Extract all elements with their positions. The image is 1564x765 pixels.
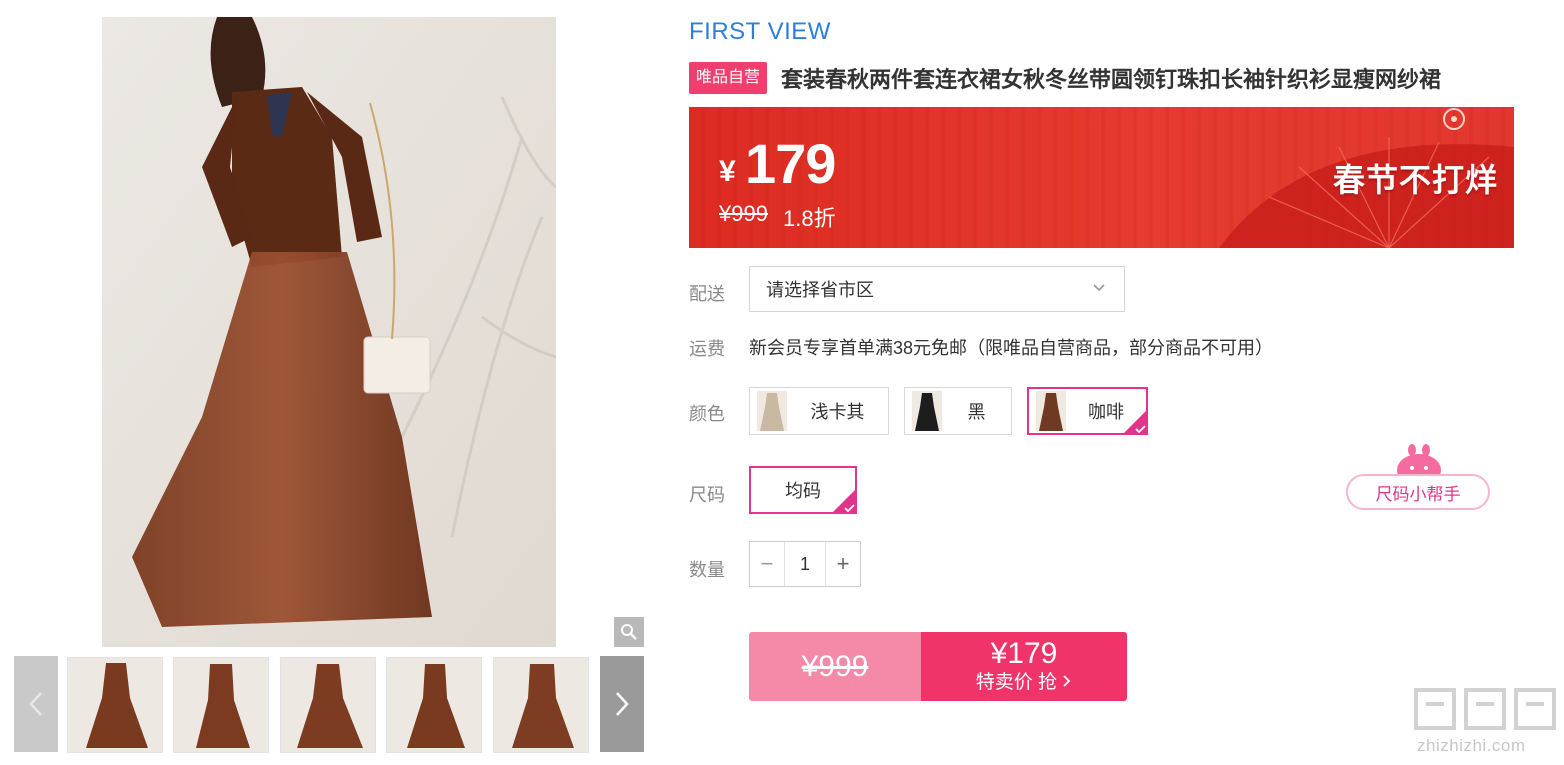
original-price: ¥999 [719,201,768,226]
mascot-icon [1397,444,1441,478]
self-operated-badge: 唯品自营 [689,62,768,94]
sale-price: 179 [745,132,836,195]
buy-sale-price: ¥179 [990,636,1058,670]
main-product-image[interactable] [102,17,556,647]
color-swatch [757,391,787,431]
selected-check-icon [1124,411,1146,433]
thumbnail-3[interactable] [280,657,376,753]
buy-original-price: ¥999 [749,632,921,701]
quantity-label: 数量 [689,560,725,580]
product-title: 套装春秋两件套连衣裙女秋冬丝带圆领钉珠扣长袖针织衫显瘦网纱裙 [781,67,1442,92]
color-swatch [1036,391,1066,431]
region-select-placeholder: 请选择省市区 [766,280,874,300]
promo-slogan: 春节不打烊 [1333,162,1499,198]
thumbnail-prev-button[interactable] [14,656,58,752]
brand-link[interactable]: FIRST VIEW [689,18,831,46]
quantity-increase-button[interactable]: + [826,542,860,586]
buy-button[interactable]: ¥999 ¥179 特卖价 抢 [749,632,1127,701]
buy-action[interactable]: ¥179 特卖价 抢 [921,632,1127,701]
region-select[interactable]: 请选择省市区 [749,266,1125,312]
watermark-logo-icon [1414,688,1556,730]
chevron-down-icon [1093,284,1105,292]
chevron-right-icon [1063,674,1071,687]
quantity-stepper[interactable]: − 1 + [749,541,861,587]
price-currency: ¥ [719,155,736,188]
selected-check-icon [833,490,855,512]
thumbnail-next-button[interactable] [600,656,644,752]
discount-rate: 1.8折 [783,206,836,231]
chevron-left-icon [29,692,42,716]
price-banner: ¥ 179 ¥999 1.8折 春节不打烊 [689,107,1514,248]
thumbnail-4[interactable] [386,657,482,753]
size-option-label: 均码 [785,481,821,501]
zoom-button[interactable] [614,617,644,647]
color-swatch [912,391,942,431]
color-option-label: 浅卡其 [810,402,865,422]
thumbnail-2[interactable] [173,657,269,753]
magnifier-icon [621,624,637,640]
size-label: 尺码 [689,485,725,505]
quantity-decrease-button[interactable]: − [750,542,784,586]
color-option-khaki[interactable]: 浅卡其 [749,387,889,435]
size-option-one-size[interactable]: 均码 [749,466,857,514]
shipping-label: 运费 [689,339,725,359]
title-row: 唯品自营 套装春秋两件套连衣裙女秋冬丝带圆领钉珠扣长袖针织衫显瘦网纱裙 [689,62,1441,94]
chevron-right-icon [616,692,629,716]
thumbnail-5[interactable] [493,657,589,753]
color-option-coffee[interactable]: 咖啡 [1027,387,1148,435]
thumbnail-1[interactable] [67,657,163,753]
delivery-label: 配送 [689,284,725,304]
color-option-label: 黑 [967,402,986,422]
color-label: 颜色 [689,404,725,424]
shipping-info: 新会员专享首单满38元免邮（限唯品自营商品，部分商品不可用） [749,338,1274,358]
buy-action-label: 特卖价 抢 [975,671,1057,693]
color-option-black[interactable]: 黑 [904,387,1012,435]
quantity-value[interactable]: 1 [784,542,826,586]
watermark-url: zhizhizhi.com [1417,736,1526,755]
size-helper-button[interactable]: 尺码小帮手 [1346,474,1490,510]
buy-action-row: 特卖价 抢 [976,670,1073,696]
